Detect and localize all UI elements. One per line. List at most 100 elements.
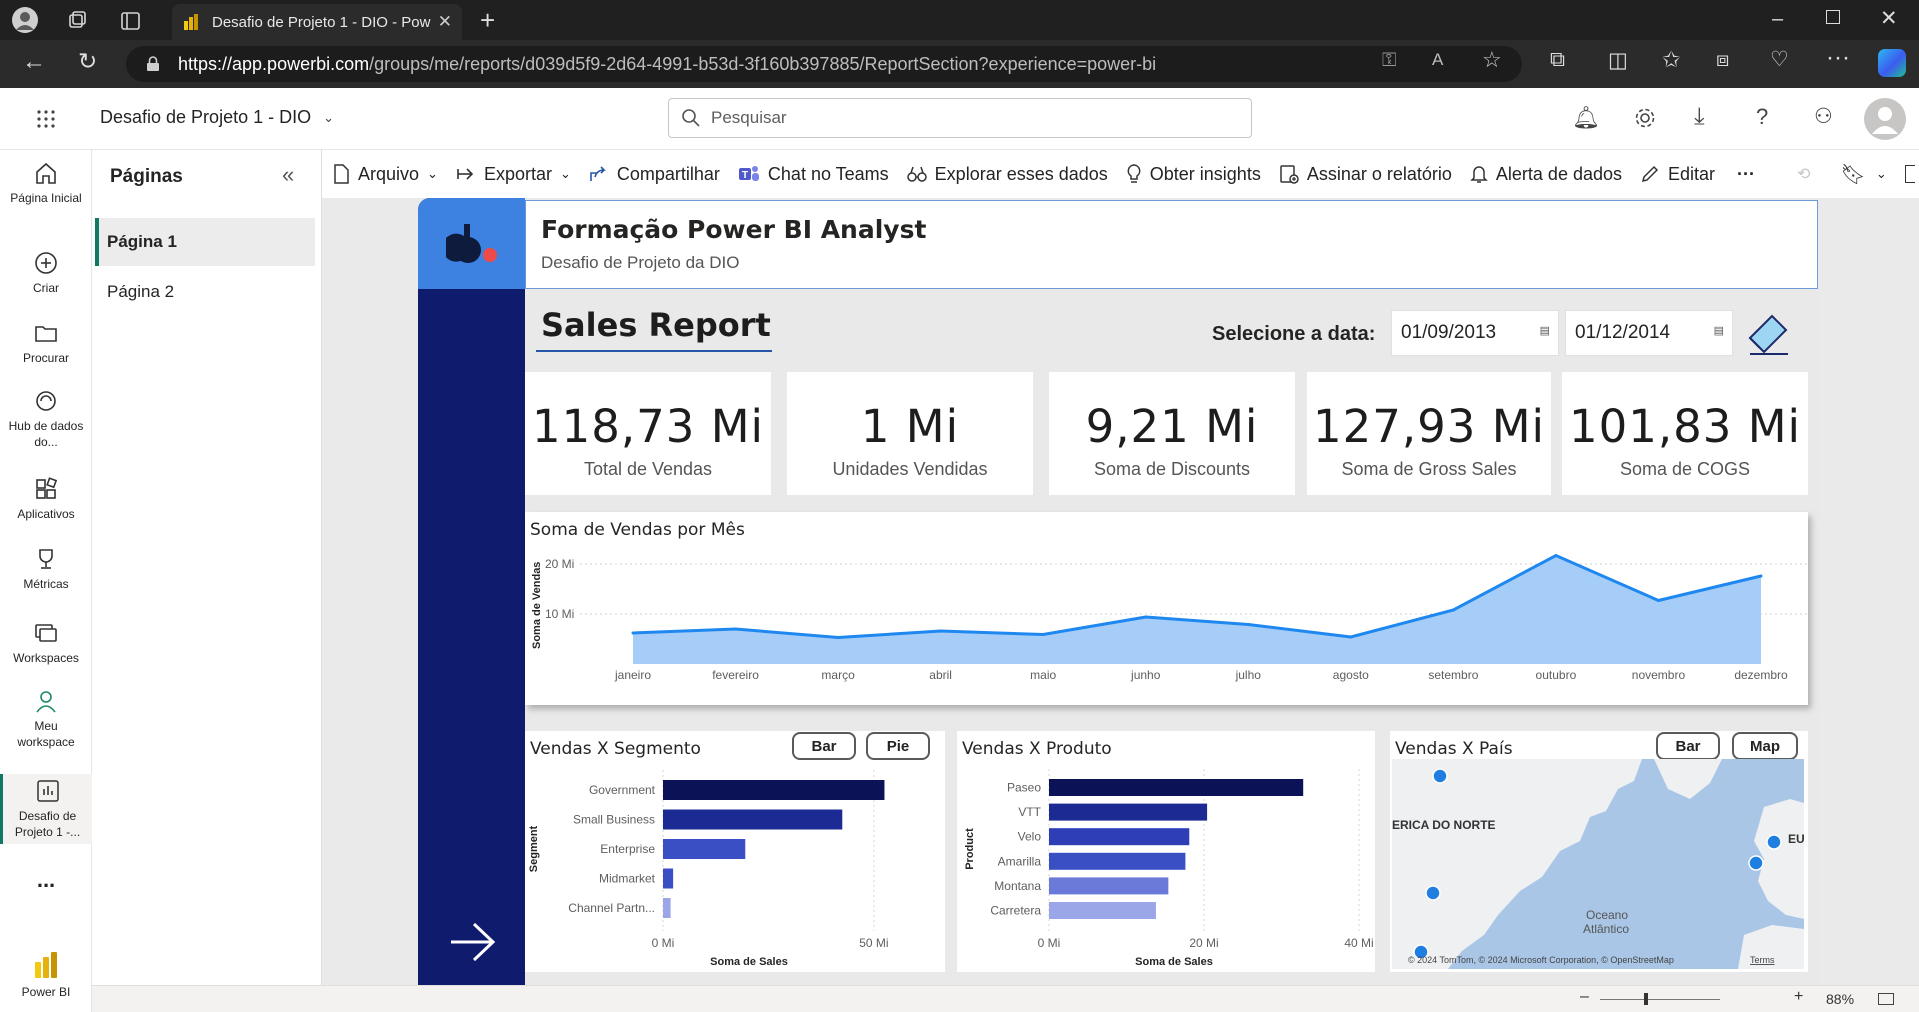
reset-icon[interactable]: ⟲ (1797, 164, 1810, 184)
search-box[interactable]: Pesquisar (668, 98, 1252, 138)
x-tick-label: fevereiro (712, 668, 759, 682)
eraser-clear-filter-icon[interactable] (1744, 308, 1794, 356)
workspaces-icon (35, 624, 57, 642)
profile-icon[interactable] (12, 7, 38, 33)
nav-powerbi[interactable]: Power BI (0, 950, 92, 1000)
view-icon[interactable] (1904, 165, 1915, 183)
explore-data-button[interactable]: Explorar esses dados (906, 164, 1108, 185)
maximize-icon[interactable] (1826, 10, 1840, 24)
subscribe-button[interactable]: Assinar o relatório (1279, 164, 1452, 185)
data-alert-button[interactable]: Alerta de dados (1470, 164, 1622, 185)
date-start-input[interactable]: 01/09/2013 ▤ (1391, 310, 1559, 356)
kpi-soma-gross-sales[interactable]: 127,93 Mi Soma de Gross Sales (1307, 372, 1551, 495)
notifications-bell-icon[interactable]: 🔔︎ (1572, 105, 1600, 131)
nav-current-report[interactable]: Desafio de Projeto 1 -... (0, 774, 92, 844)
url-field[interactable]: https://app.powerbi.com/groups/me/report… (126, 46, 1522, 82)
report-name-dropdown[interactable]: Desafio de Projeto 1 - DIO ⌄ (100, 107, 334, 128)
help-icon[interactable]: ? (1756, 104, 1768, 130)
kpi-unidades-vendidas[interactable]: 1 Mi Unidades Vendidas (787, 372, 1033, 495)
bookmark-icon[interactable]: 🔖︎ (1840, 162, 1865, 187)
page-item-2[interactable]: Página 2 (95, 268, 315, 316)
country-map-toggle[interactable]: Map (1732, 732, 1798, 760)
teams-chat-button[interactable]: T Chat no Teams (738, 164, 889, 185)
zoom-out-icon[interactable]: – (1580, 988, 1589, 1006)
date-end-input[interactable]: 01/12/2014 ▤ (1565, 310, 1733, 356)
data-hub-icon (36, 391, 56, 411)
workspaces-tab-icon[interactable] (66, 10, 88, 32)
read-aloud-icon[interactable]: A (1432, 50, 1443, 70)
data-point (734, 627, 738, 631)
nav-workspaces[interactable]: Workspaces (0, 620, 92, 666)
calendar-icon[interactable]: ▤ (1540, 324, 1550, 337)
browser-tab-active[interactable]: Desafio de Projeto 1 - DIO - Pow ✕ (172, 4, 462, 40)
download-icon[interactable]: ⤓ (1694, 103, 1705, 131)
nav-data-hub[interactable]: Hub de dados do... (0, 388, 92, 450)
collections-icon[interactable]: ⧈ (1716, 48, 1729, 72)
close-window-icon[interactable]: ✕ (1880, 6, 1898, 31)
next-page-arrow-icon[interactable] (448, 920, 498, 964)
kpi-total-vendas[interactable]: 118,73 Mi Total de Vendas (525, 372, 771, 495)
nav-metrics[interactable]: Métricas (0, 546, 92, 592)
tab-actions-icon[interactable] (120, 10, 142, 32)
product-sales-chart[interactable]: Vendas X Produto 0 Mi 20 Mi 40 Mi Paseo VTT V… (957, 731, 1375, 972)
export-button[interactable]: Exportar ⌄ (456, 164, 571, 185)
segment-sales-chart[interactable]: Vendas X Segmento Bar Pie 0 Mi 50 Mi Gover… (525, 731, 945, 972)
nav-more[interactable]: ... (0, 869, 92, 891)
browser-menu-icon[interactable]: ··· (1826, 44, 1850, 72)
nav-my-workspace[interactable]: Meu workspace (0, 688, 92, 750)
bar (663, 868, 674, 889)
browser-health-icon[interactable]: ♡ (1770, 47, 1789, 72)
nav-browse[interactable]: Procurar (0, 320, 92, 366)
edit-button[interactable]: Editar (1640, 164, 1715, 185)
category-label: Amarilla (998, 854, 1042, 868)
chevron-down-icon[interactable]: ⌄ (1876, 166, 1887, 182)
nav-create[interactable]: Criar (0, 250, 92, 296)
more-options-button[interactable]: ··· (1737, 164, 1755, 185)
zoom-in-icon[interactable]: + (1794, 988, 1803, 1006)
feedback-icon[interactable]: ⚇ (1814, 104, 1833, 129)
plus-circle-icon (35, 252, 57, 274)
map-point-canada[interactable] (1432, 768, 1448, 784)
key-icon[interactable]: ⚿ (1382, 50, 1396, 72)
calendar-icon[interactable]: ▤ (1714, 324, 1724, 337)
get-insights-button[interactable]: Obter insights (1126, 164, 1261, 185)
map-point-germany[interactable] (1766, 834, 1782, 850)
back-icon[interactable]: ← (22, 48, 46, 76)
x-axis-title: Soma de Sales (1135, 956, 1213, 968)
zoom-slider[interactable] (1600, 993, 1720, 1005)
favorite-star-icon[interactable]: ☆ (1482, 47, 1502, 73)
map-canvas[interactable]: ERICA DO NORTE EU Oceano Atlântico © 202… (1392, 759, 1804, 969)
user-avatar[interactable] (1864, 98, 1906, 140)
country-sales-map[interactable]: Vendas X País Bar Map ERICA DO NORTE EU … (1390, 731, 1808, 972)
share-button[interactable]: Compartilhar (589, 164, 720, 185)
close-tab-icon[interactable]: ✕ (438, 12, 452, 32)
refresh-icon[interactable]: ↻ (78, 48, 97, 75)
monthly-sales-chart[interactable]: Soma de Vendas por Mês 10 Mi 20 Mi Soma de… (525, 512, 1808, 705)
report-icon (36, 780, 59, 802)
map-terms-link[interactable]: Terms (1750, 955, 1775, 965)
fit-page-icon[interactable] (1878, 993, 1894, 1005)
map-point-france[interactable] (1748, 855, 1764, 871)
copilot-icon[interactable] (1878, 49, 1906, 77)
browser-address-bar: ← ↻ https://app.powerbi.com/groups/me/re… (0, 40, 1919, 88)
app-launcher-icon[interactable] (36, 109, 56, 129)
zoom-slider-thumb[interactable] (1644, 993, 1648, 1005)
page-item-1[interactable]: Página 1 (95, 218, 315, 266)
country-bar-toggle[interactable]: Bar (1656, 732, 1720, 760)
minimize-icon[interactable]: – (1772, 8, 1783, 31)
new-tab-icon[interactable]: + (480, 5, 495, 36)
map-point-usa[interactable] (1425, 885, 1441, 901)
settings-gear-icon[interactable] (1634, 107, 1656, 129)
collapse-pages-icon[interactable]: « (282, 162, 294, 188)
data-point (1451, 608, 1455, 612)
split-screen-icon[interactable]: ◫ (1608, 48, 1628, 73)
data-point (1554, 554, 1558, 557)
favorites-icon[interactable]: ✩ (1662, 47, 1680, 73)
date-start-value: 01/09/2013 (1401, 322, 1497, 343)
kpi-soma-cogs[interactable]: 101,83 Mi Soma de COGS (1562, 372, 1808, 495)
kpi-soma-discounts[interactable]: 9,21 Mi Soma de Discounts (1049, 372, 1295, 495)
file-menu-button[interactable]: Arquivo ⌄ (332, 164, 438, 185)
nav-home[interactable]: Página Inicial (0, 160, 92, 206)
extensions-icon[interactable]: ⧉ (1550, 48, 1565, 72)
nav-apps[interactable]: Aplicativos (0, 476, 92, 522)
